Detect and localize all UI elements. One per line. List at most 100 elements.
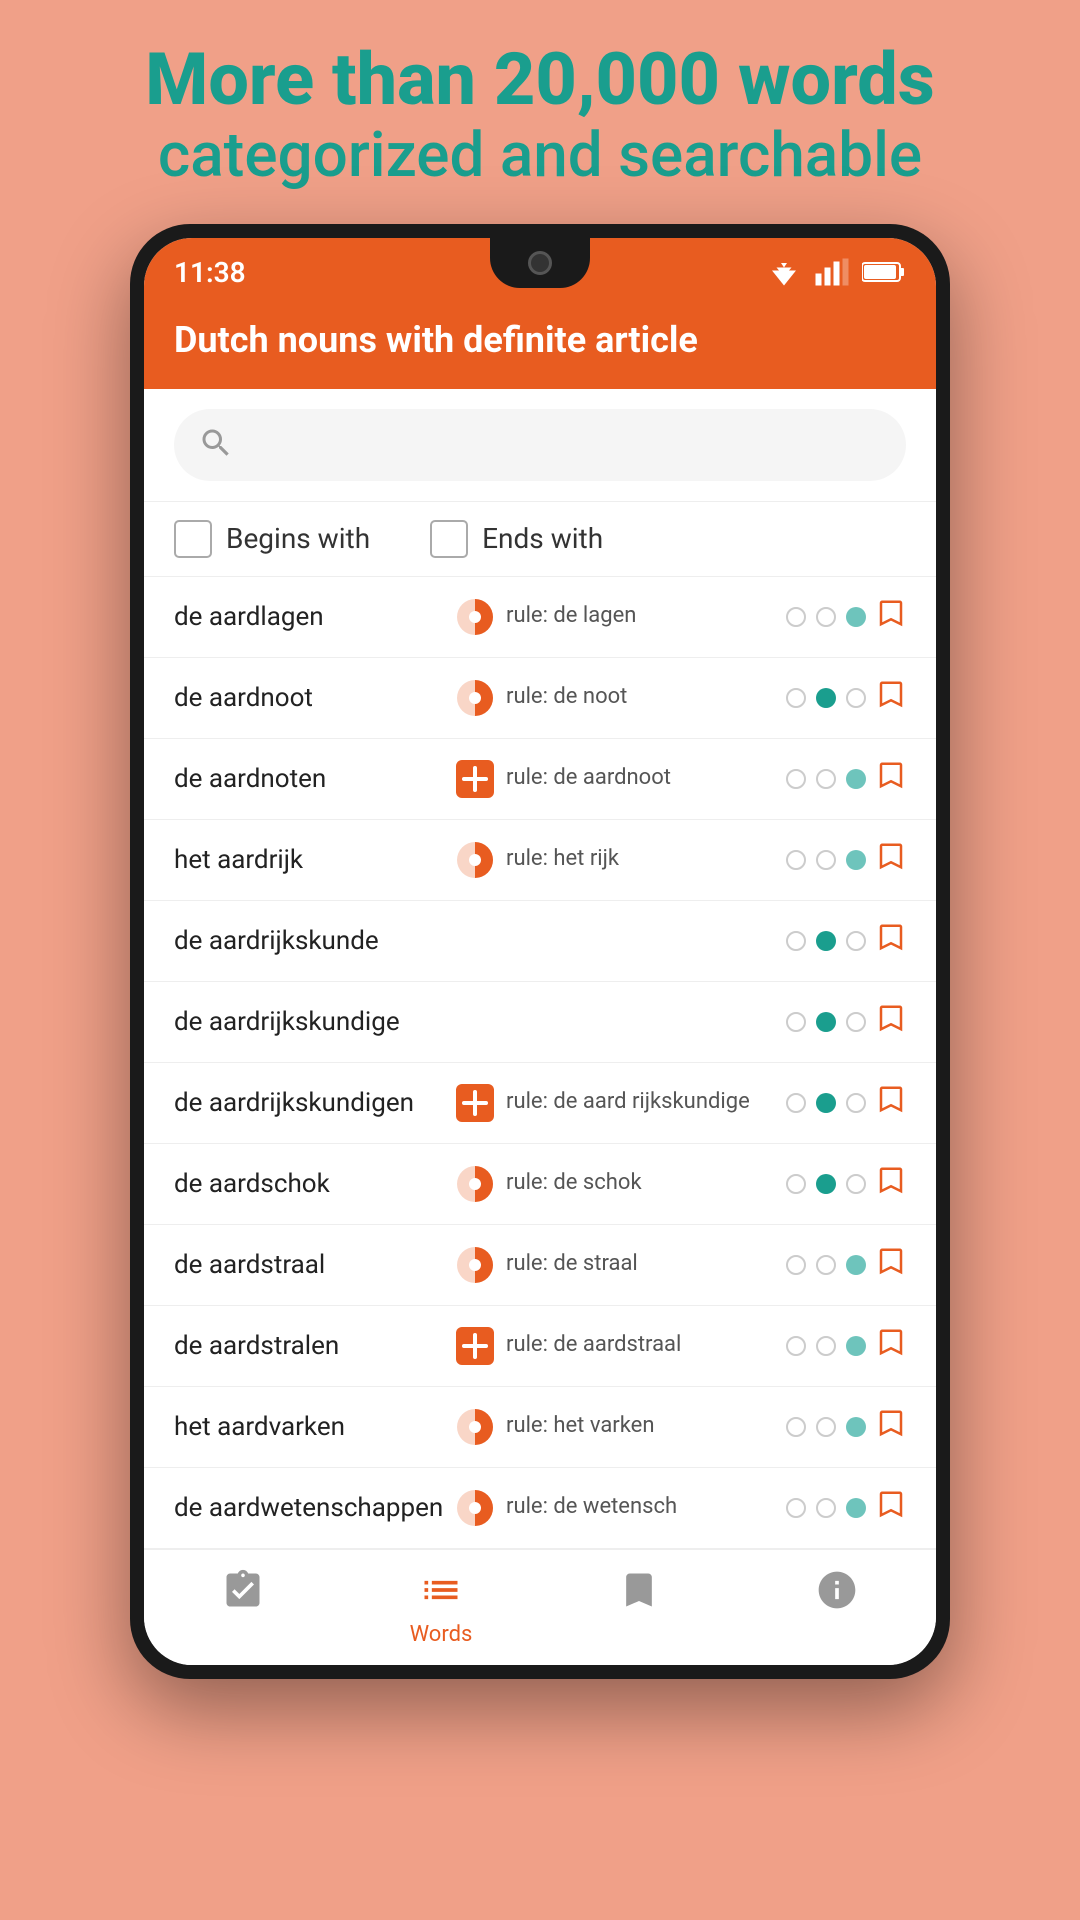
dot-2[interactable] bbox=[846, 1255, 866, 1275]
dot-1[interactable] bbox=[816, 1336, 836, 1356]
dot-0[interactable] bbox=[786, 1417, 806, 1437]
dot-0[interactable] bbox=[786, 688, 806, 708]
bookmark-icon[interactable] bbox=[876, 1000, 906, 1044]
begins-with-filter[interactable]: Begins with bbox=[174, 520, 370, 558]
bookmark-icon[interactable] bbox=[876, 1405, 906, 1449]
word-controls bbox=[786, 1000, 906, 1044]
word-row[interactable]: de aardstralen rule: de aardstraal bbox=[144, 1306, 936, 1387]
header-text: More than 20,000 words categorized and s… bbox=[85, 0, 994, 224]
rule-section: rule: het rijk bbox=[454, 839, 786, 881]
half-circle-icon bbox=[454, 677, 496, 719]
ends-with-checkbox[interactable] bbox=[430, 520, 468, 558]
bookmark-icon[interactable] bbox=[876, 1243, 906, 1287]
begins-with-checkbox[interactable] bbox=[174, 520, 212, 558]
bookmark-icon[interactable] bbox=[876, 838, 906, 882]
dot-2[interactable] bbox=[846, 1093, 866, 1113]
camera-icon bbox=[528, 251, 552, 275]
dot-2[interactable] bbox=[846, 931, 866, 951]
dot-1[interactable] bbox=[816, 1174, 836, 1194]
word-row[interactable]: het aardrijk rule: het rijk bbox=[144, 820, 936, 901]
dot-2[interactable] bbox=[846, 688, 866, 708]
word-text: de aardschok bbox=[174, 1169, 454, 1199]
dot-1[interactable] bbox=[816, 1093, 836, 1113]
dot-2[interactable] bbox=[846, 1498, 866, 1518]
dot-1[interactable] bbox=[816, 688, 836, 708]
bookmark-icon[interactable] bbox=[876, 1324, 906, 1368]
nav-label: Words bbox=[410, 1622, 473, 1647]
dot-1[interactable] bbox=[816, 769, 836, 789]
dot-0[interactable] bbox=[786, 931, 806, 951]
ends-with-filter[interactable]: Ends with bbox=[430, 520, 603, 558]
dot-0[interactable] bbox=[786, 850, 806, 870]
dot-2[interactable] bbox=[846, 850, 866, 870]
word-row[interactable]: het aardvarken rule: het varken bbox=[144, 1387, 936, 1468]
bookmark-icon[interactable] bbox=[876, 919, 906, 963]
dot-1[interactable] bbox=[816, 1498, 836, 1518]
dot-0[interactable] bbox=[786, 1093, 806, 1113]
header-line2: categorized and searchable bbox=[145, 119, 934, 193]
word-row[interactable]: de aardrijkskundigen rule: de aard rijks… bbox=[144, 1063, 936, 1144]
word-row[interactable]: de aardstraal rule: de straal bbox=[144, 1225, 936, 1306]
dot-1[interactable] bbox=[816, 931, 836, 951]
word-controls bbox=[786, 1243, 906, 1287]
word-row[interactable]: de aardlagen rule: de lagen bbox=[144, 577, 936, 658]
dot-0[interactable] bbox=[786, 769, 806, 789]
nav-item-check-clipboard[interactable] bbox=[144, 1550, 342, 1665]
status-bar: 11:38 bbox=[144, 238, 936, 299]
bookmark-icon[interactable] bbox=[876, 757, 906, 801]
dot-1[interactable] bbox=[816, 1012, 836, 1032]
status-time: 11:38 bbox=[174, 256, 246, 289]
plus-icon bbox=[454, 1325, 496, 1367]
rule-text: rule: de schok bbox=[506, 1169, 786, 1198]
nav-item-bookmark[interactable] bbox=[540, 1550, 738, 1665]
rule-section: rule: de straal bbox=[454, 1244, 786, 1286]
bookmark-icon[interactable] bbox=[876, 1486, 906, 1530]
dot-1[interactable] bbox=[816, 1255, 836, 1275]
app-title: Dutch nouns with definite article bbox=[174, 319, 906, 361]
dot-2[interactable] bbox=[846, 769, 866, 789]
rule-text: rule: de lagen bbox=[506, 602, 786, 631]
bookmark-icon[interactable] bbox=[876, 676, 906, 720]
status-notch bbox=[490, 238, 590, 288]
half-circle-icon bbox=[454, 1487, 496, 1529]
word-controls bbox=[786, 676, 906, 720]
dot-0[interactable] bbox=[786, 1174, 806, 1194]
word-text: de aardnoten bbox=[174, 764, 454, 794]
rule-section: rule: de aardstraal bbox=[454, 1325, 786, 1367]
plus-icon bbox=[454, 758, 496, 800]
list-icon bbox=[419, 1568, 463, 1616]
bookmark-icon[interactable] bbox=[876, 1081, 906, 1125]
dot-2[interactable] bbox=[846, 1336, 866, 1356]
nav-item-list[interactable]: Words bbox=[342, 1550, 540, 1665]
dot-2[interactable] bbox=[846, 1417, 866, 1437]
dot-1[interactable] bbox=[816, 1417, 836, 1437]
dot-0[interactable] bbox=[786, 1255, 806, 1275]
dot-2[interactable] bbox=[846, 1012, 866, 1032]
search-box[interactable] bbox=[174, 409, 906, 481]
bookmark-icon[interactable] bbox=[876, 1162, 906, 1206]
word-row[interactable]: de aardschok rule: de schok bbox=[144, 1144, 936, 1225]
rule-section: rule: de noot bbox=[454, 677, 786, 719]
dot-0[interactable] bbox=[786, 1498, 806, 1518]
word-controls bbox=[786, 1405, 906, 1449]
dot-0[interactable] bbox=[786, 1336, 806, 1356]
dot-0[interactable] bbox=[786, 607, 806, 627]
word-row[interactable]: de aardrijkskundige bbox=[144, 982, 936, 1063]
word-row[interactable]: de aardrijkskunde bbox=[144, 901, 936, 982]
begins-with-label: Begins with bbox=[226, 522, 370, 555]
bookmark-icon[interactable] bbox=[876, 595, 906, 639]
word-row[interactable]: de aardwetenschappen rule: de wetensch bbox=[144, 1468, 936, 1549]
dot-1[interactable] bbox=[816, 850, 836, 870]
header-line1: More than 20,000 words bbox=[145, 40, 934, 119]
word-row[interactable]: de aardnoot rule: de noot bbox=[144, 658, 936, 739]
dot-1[interactable] bbox=[816, 607, 836, 627]
nav-item-info[interactable] bbox=[738, 1550, 936, 1665]
half-circle-icon bbox=[454, 1406, 496, 1448]
dot-0[interactable] bbox=[786, 1012, 806, 1032]
app-bar: Dutch nouns with definite article bbox=[144, 299, 936, 389]
dot-2[interactable] bbox=[846, 607, 866, 627]
dot-2[interactable] bbox=[846, 1174, 866, 1194]
word-row[interactable]: de aardnoten rule: de aardnoot bbox=[144, 739, 936, 820]
rule-section: rule: de aardnoot bbox=[454, 758, 786, 800]
search-input[interactable] bbox=[250, 427, 882, 463]
